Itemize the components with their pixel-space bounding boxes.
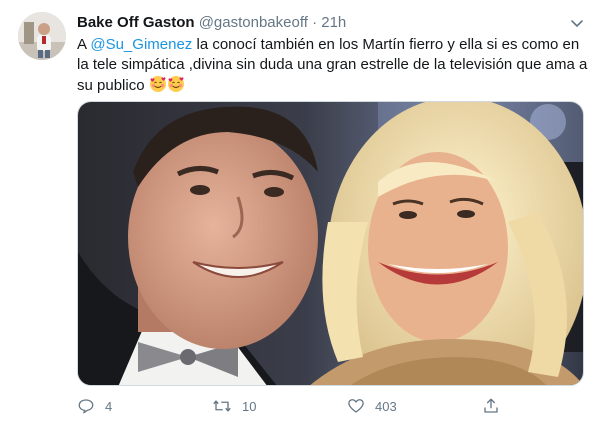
like-count: 403 — [375, 398, 397, 414]
retweet-button[interactable]: 10 — [212, 395, 256, 417]
reply-count: 4 — [105, 398, 113, 414]
share-icon — [484, 398, 498, 413]
retweet-count: 10 — [242, 398, 257, 414]
author-name[interactable]: Bake Off Gaston — [77, 14, 195, 31]
tweet-timestamp[interactable]: 21h — [321, 14, 346, 31]
author-avatar[interactable] — [18, 12, 66, 60]
like-button[interactable]: 403 — [347, 395, 397, 417]
smiling-face-with-hearts-icon — [149, 75, 167, 99]
comment-icon — [78, 399, 94, 414]
chevron-down-icon[interactable] — [568, 14, 586, 32]
share-button[interactable] — [482, 395, 510, 417]
tweet-text-prefix: A — [77, 36, 91, 53]
reply-button[interactable]: 4 — [77, 395, 112, 417]
tweet-actions: 4 10 403 — [77, 395, 557, 419]
author-handle[interactable]: @gastonbakeoff — [199, 14, 308, 31]
mention-link[interactable]: @Su_Gimenez — [90, 36, 192, 53]
tweet-header: Bake Off Gaston @gastonbakeoff · 21h — [77, 13, 567, 33]
tweet-text: A @Su_Gimenez la conocí también en los M… — [77, 35, 589, 99]
heart-icon — [348, 399, 364, 413]
tweet-photo[interactable] — [77, 101, 584, 386]
separator-dot: · — [312, 14, 318, 31]
retweet-icon — [213, 400, 231, 412]
tweet-card[interactable]: Bake Off Gaston @gastonbakeoff · 21h A @… — [0, 0, 600, 422]
smiling-face-with-hearts-icon — [167, 75, 185, 99]
